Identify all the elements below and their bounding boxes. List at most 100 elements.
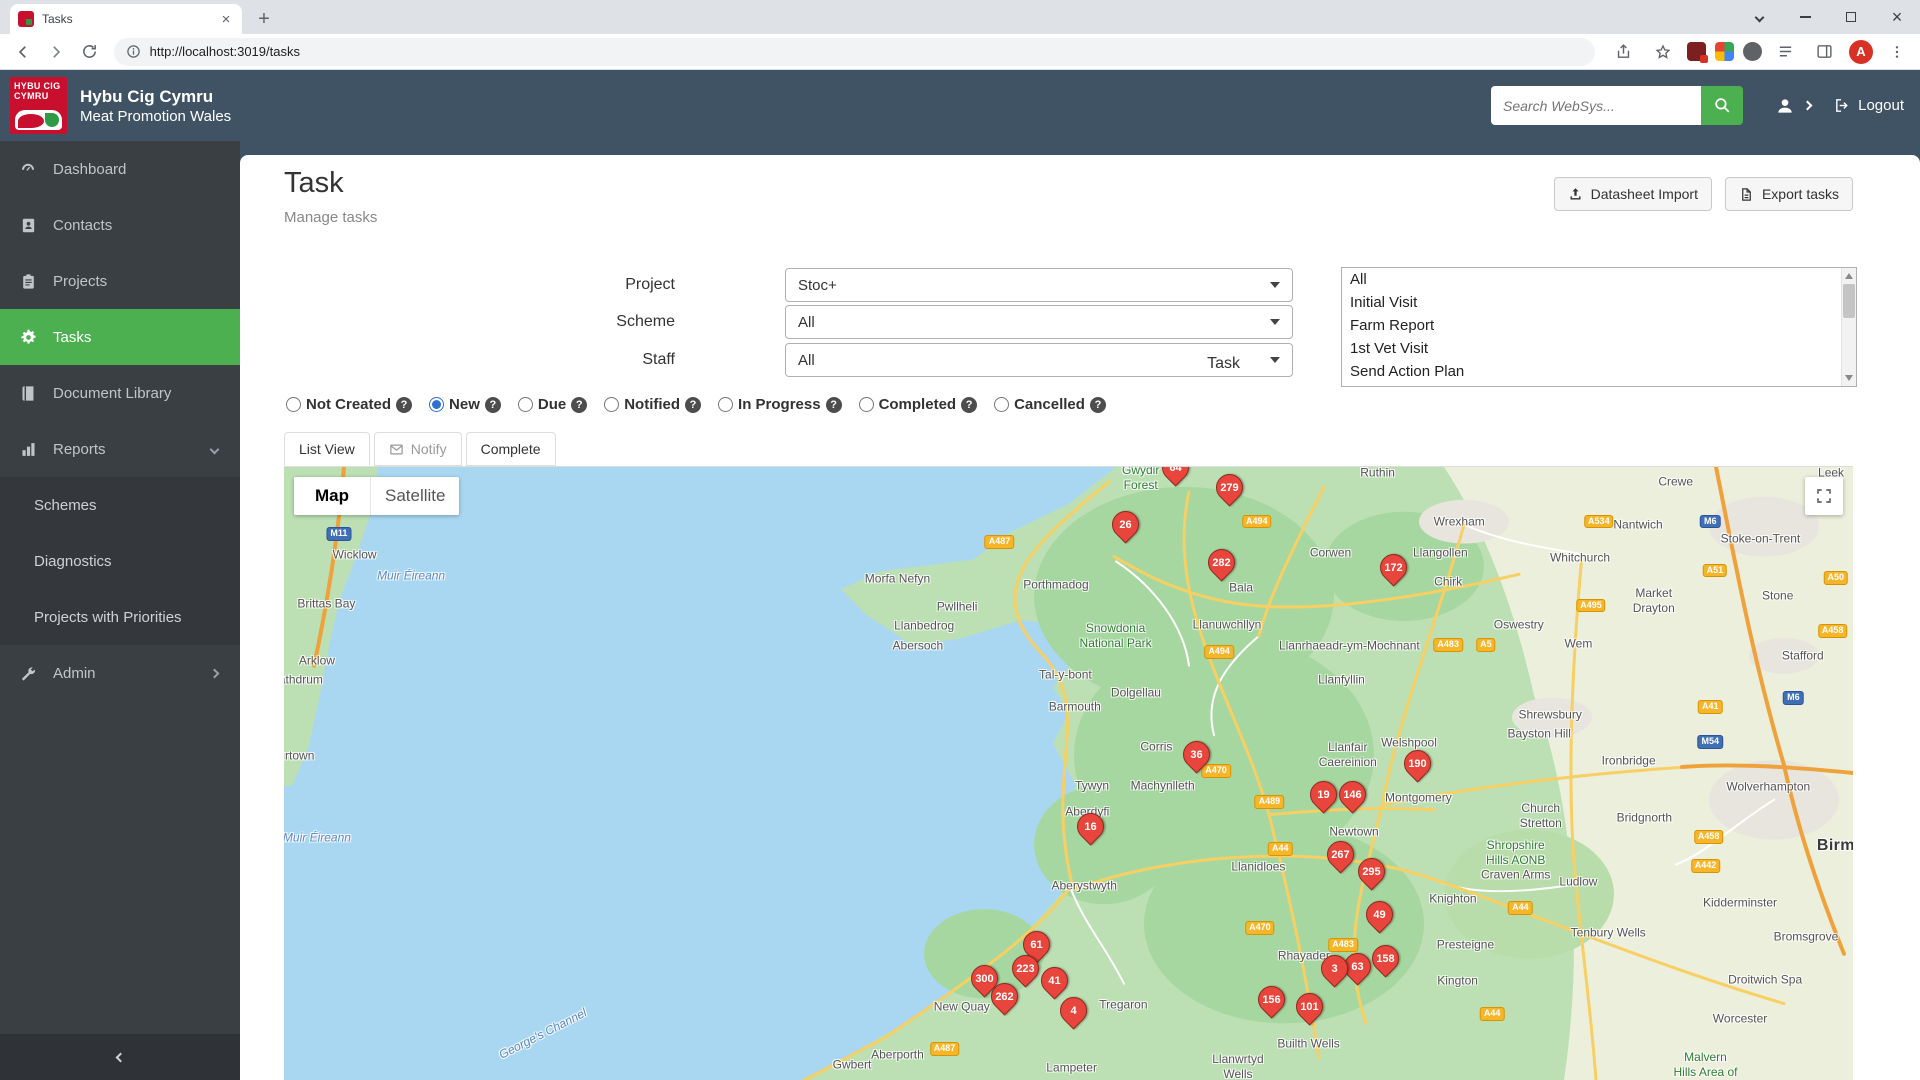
browser-tab[interactable]: Tasks × (10, 4, 242, 34)
road-badge: A534 (1584, 515, 1614, 529)
task-option[interactable]: Farm Report (1342, 314, 1856, 337)
extension-icon-1[interactable] (1687, 42, 1706, 61)
bookmark-star-icon[interactable] (1648, 37, 1678, 67)
reading-list-icon[interactable] (1771, 37, 1801, 67)
road-badge: A5 (1476, 638, 1496, 652)
map-label-town: Crewe (1658, 474, 1693, 489)
map-button[interactable]: Map (294, 477, 370, 515)
sidebar-item-document-library[interactable]: Document Library (0, 365, 240, 421)
status-radio-in-progress[interactable]: In Progress? (718, 396, 842, 413)
export-tasks-button[interactable]: Export tasks (1725, 177, 1853, 211)
projects-icon (16, 273, 40, 290)
address-bar[interactable]: http://localhost:3019/tasks (114, 38, 1595, 66)
status-radio-cancelled[interactable]: Cancelled? (994, 396, 1106, 413)
radio-input[interactable] (994, 397, 1009, 412)
fullscreen-button[interactable] (1805, 477, 1843, 515)
listbox-scrollbar[interactable] (1841, 268, 1856, 386)
map-label-town: Newtown (1329, 824, 1378, 839)
search-button[interactable] (1701, 86, 1743, 125)
scrollbar-thumb[interactable] (1843, 284, 1855, 318)
user-menu-chevron-icon[interactable] (1803, 101, 1813, 111)
task-option[interactable]: All (1342, 268, 1856, 291)
status-radio-label: Cancelled (1014, 396, 1085, 413)
status-radio-not-created[interactable]: Not Created? (286, 396, 412, 413)
tab-complete[interactable]: Complete (466, 432, 556, 466)
datasheet-import-button[interactable]: Datasheet Import (1554, 177, 1712, 211)
road-badge: A494 (1242, 515, 1272, 529)
status-radio-due[interactable]: Due? (518, 396, 587, 413)
sidebar-item-tasks[interactable]: Tasks (0, 309, 240, 365)
radio-input[interactable] (718, 397, 733, 412)
status-radio-notified[interactable]: Notified? (604, 396, 701, 413)
map-label-town: Shrewsbury (1518, 708, 1581, 723)
status-radio-new[interactable]: New? (429, 396, 501, 413)
map[interactable]: RuthinCreweLeekWrexhamNantwichCorwenLlan… (284, 467, 1853, 1080)
map-label-park: Malvern Hills Area of (1673, 1050, 1737, 1080)
help-icon[interactable]: ? (1090, 397, 1106, 413)
map-label-town: Llanrhaeadr-ym-Mochnant (1279, 638, 1420, 653)
main-content: Task Manage tasks Datasheet Import Expor… (240, 141, 1920, 1080)
map-label-water: Muir Éireann (377, 568, 445, 583)
project-select[interactable]: Stoc+ (785, 268, 1293, 302)
radio-input[interactable] (429, 397, 444, 412)
task-option[interactable]: Initial Visit (1342, 291, 1856, 314)
scroll-up-icon[interactable] (1845, 273, 1853, 279)
sidebar-collapse-button[interactable] (0, 1034, 240, 1080)
sidebar-item-reports[interactable]: Reports (0, 421, 240, 477)
extension-icon-3[interactable] (1743, 42, 1762, 61)
sidebar-item-dashboard[interactable]: Dashboard (0, 141, 240, 197)
tab-close-icon[interactable]: × (218, 12, 234, 27)
help-icon[interactable]: ? (685, 397, 701, 413)
radio-input[interactable] (286, 397, 301, 412)
extension-icon-2[interactable] (1715, 42, 1734, 61)
radio-input[interactable] (859, 397, 874, 412)
map-label-town: Barmouth (1049, 699, 1101, 714)
task-option[interactable]: 1st Vet Visit (1342, 337, 1856, 360)
help-icon[interactable]: ? (961, 397, 977, 413)
window-minimize-icon[interactable] (1782, 0, 1828, 34)
sidebar-item-schemes[interactable]: Schemes (0, 477, 240, 533)
sidebar-item-projects-with-priorities[interactable]: Projects with Priorities (0, 589, 240, 645)
task-label: Task (1070, 347, 1240, 381)
new-tab-button[interactable]: + (250, 5, 278, 33)
map-label-town: Pwllheli (937, 599, 978, 614)
map-label-town: Presteigne (1437, 938, 1494, 953)
road-badge: A483 (1328, 938, 1358, 952)
search-input[interactable] (1491, 86, 1701, 125)
map-label-town: Tywyn (1075, 778, 1109, 793)
help-icon[interactable]: ? (485, 397, 501, 413)
project-label: Project (510, 268, 675, 302)
back-icon[interactable] (8, 37, 37, 67)
help-icon[interactable]: ? (826, 397, 842, 413)
user-icon[interactable] (1775, 96, 1795, 116)
sidebar-item-contacts[interactable]: Contacts (0, 197, 240, 253)
map-label-town: Kidderminster (1703, 896, 1777, 911)
share-icon[interactable] (1609, 37, 1639, 67)
info-icon[interactable] (126, 44, 141, 59)
sidebar-item-diagnostics[interactable]: Diagnostics (0, 533, 240, 589)
window-close-icon[interactable]: × (1874, 0, 1920, 34)
help-icon[interactable]: ? (396, 397, 412, 413)
browser-menu-kebab-icon[interactable] (1882, 37, 1912, 67)
radio-input[interactable] (518, 397, 533, 412)
sidebar-item-projects[interactable]: Projects (0, 253, 240, 309)
satellite-button[interactable]: Satellite (371, 477, 459, 515)
scroll-down-icon[interactable] (1845, 375, 1853, 381)
window-maximize-icon[interactable] (1828, 0, 1874, 34)
sidebar-item-admin[interactable]: Admin (0, 645, 240, 701)
profile-avatar[interactable]: A (1849, 40, 1873, 64)
radio-input[interactable] (604, 397, 619, 412)
tab-list-view[interactable]: List View (284, 432, 370, 466)
help-icon[interactable]: ? (571, 397, 587, 413)
logout-button[interactable]: Logout (1834, 97, 1904, 114)
status-radio-completed[interactable]: Completed? (859, 396, 978, 413)
window-menu-chevron-icon[interactable] (1736, 0, 1782, 34)
side-panel-icon[interactable] (1810, 37, 1840, 67)
reload-icon[interactable] (74, 37, 103, 67)
task-listbox[interactable]: AllInitial VisitFarm Report1st Vet Visit… (1341, 267, 1857, 387)
tab-notify[interactable]: Notify (374, 432, 462, 466)
task-option[interactable]: Send Action Plan (1342, 360, 1856, 383)
forward-icon[interactable] (41, 37, 70, 67)
status-radio-label: Completed (879, 396, 957, 413)
scheme-select[interactable]: All (785, 305, 1293, 339)
